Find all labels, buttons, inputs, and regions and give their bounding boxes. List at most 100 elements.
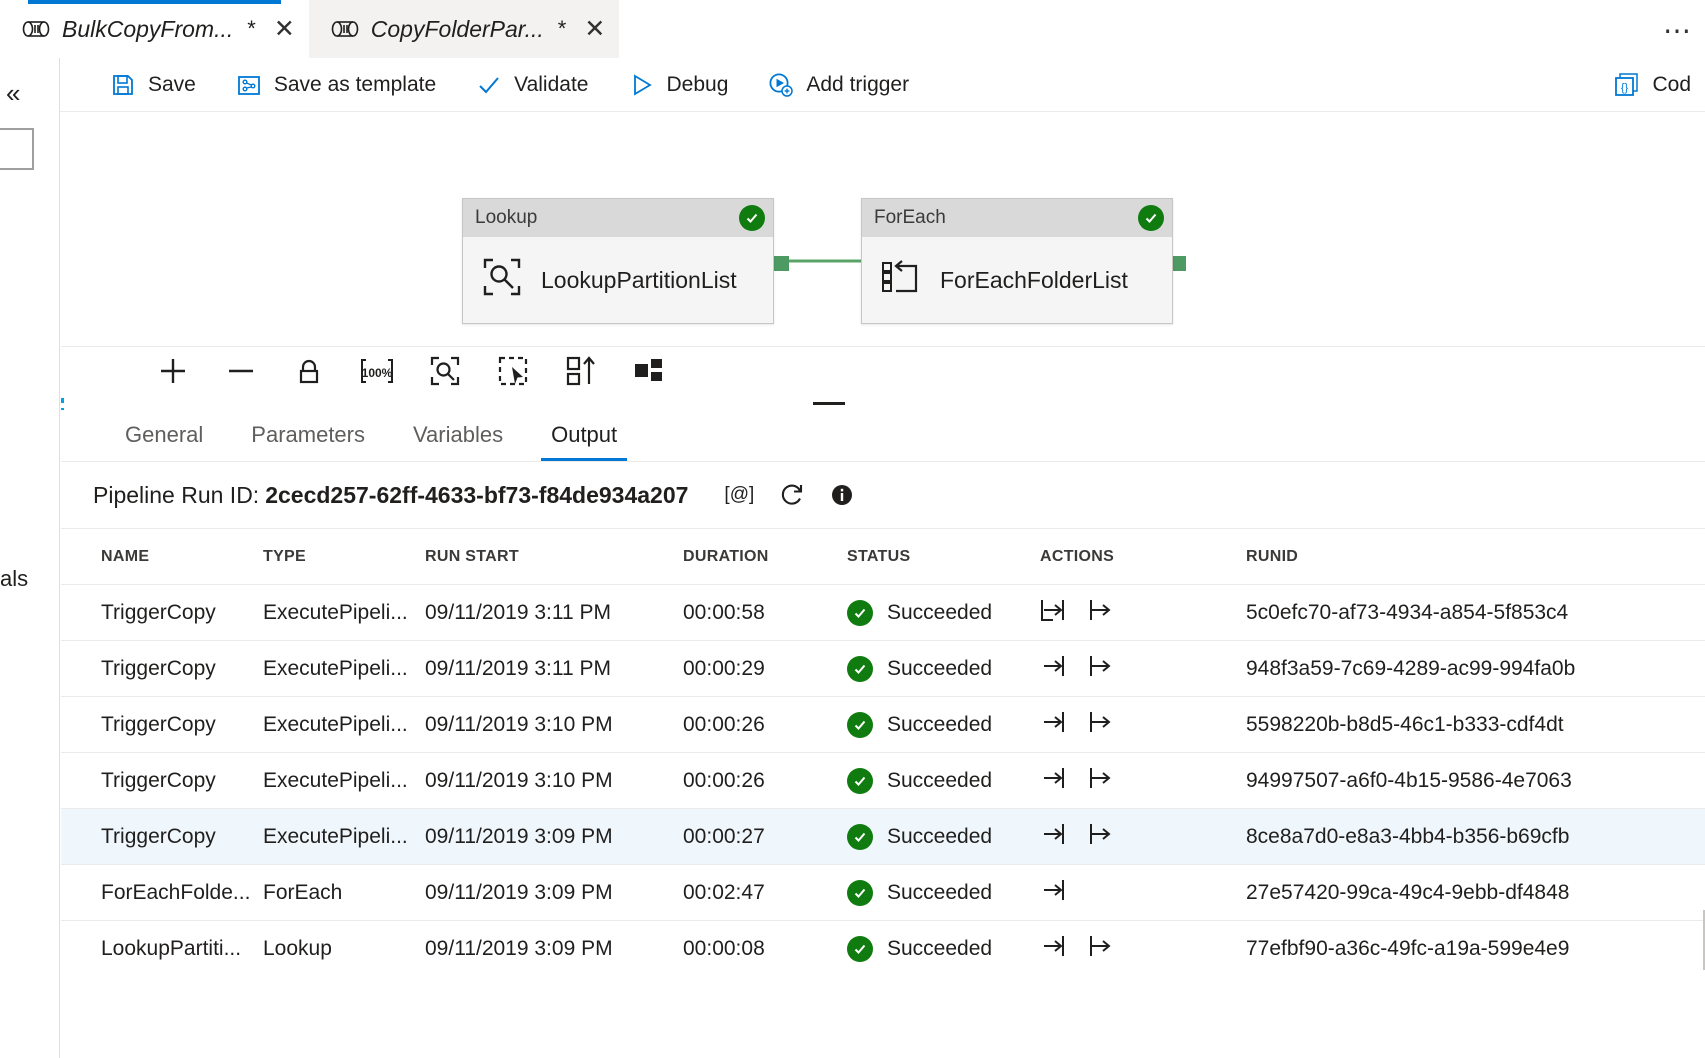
cell-runid: 5c0efc70-af73-4934-a854-5f853c4: [1246, 601, 1705, 625]
cell-name: TriggerCopy: [101, 713, 263, 737]
table-row[interactable]: TriggerCopy ExecutePipeli... 09/11/2019 …: [61, 640, 1705, 696]
column-header-actions[interactable]: ACTIONS: [1040, 548, 1246, 566]
table-row[interactable]: ForEachFolde... ForEach 09/11/2019 3:09 …: [61, 864, 1705, 920]
table-row[interactable]: TriggerCopy ExecutePipeli... 09/11/2019 …: [61, 752, 1705, 808]
column-header-type[interactable]: TYPE: [263, 548, 425, 566]
table-row[interactable]: LookupPartiti... Lookup 09/11/2019 3:09 …: [61, 920, 1705, 976]
success-check-icon: [1138, 205, 1164, 231]
editor-tab-copyfolderpartition[interactable]: CopyFolderPar... * ✕: [309, 0, 620, 58]
more-options-icon[interactable]: ⋯: [1663, 14, 1693, 47]
pipeline-icon: [331, 21, 361, 37]
output-icon[interactable]: [1088, 933, 1114, 965]
table-row[interactable]: TriggerCopy ExecutePipeli... 09/11/2019 …: [61, 584, 1705, 640]
cell-duration: 00:02:47: [683, 881, 847, 905]
auto-align-button[interactable]: [547, 347, 615, 401]
zoom-to-fit-icon: [429, 355, 461, 392]
output-icon[interactable]: [1088, 597, 1114, 629]
zoom-out-button[interactable]: [207, 347, 275, 401]
input-icon[interactable]: [1040, 765, 1066, 797]
tab-general[interactable]: General: [101, 409, 227, 461]
active-tab-accent-bar: [28, 0, 281, 4]
add-trigger-icon: [768, 72, 794, 98]
cell-duration: 00:00:27: [683, 825, 847, 849]
success-check-icon: [847, 824, 873, 850]
tab-output[interactable]: Output: [527, 409, 641, 461]
status-label: Succeeded: [887, 657, 992, 681]
status-label: Succeeded: [887, 601, 992, 625]
zoom-to-fit-button[interactable]: [411, 347, 479, 401]
output-icon[interactable]: [1088, 765, 1114, 797]
success-check-icon: [847, 656, 873, 682]
input-icon[interactable]: [1040, 821, 1066, 853]
unsaved-indicator: *: [558, 16, 567, 42]
cell-actions: [1040, 821, 1246, 853]
rail-search-box[interactable]: [0, 128, 34, 170]
activity-node-foreach[interactable]: ForEach ForEachFolderList: [861, 198, 1173, 324]
cell-runid: 27e57420-99ca-49c4-9ebb-df4848: [1246, 881, 1705, 905]
refresh-icon[interactable]: [778, 481, 806, 509]
input-icon[interactable]: [1040, 933, 1066, 965]
activity-node-lookup[interactable]: Lookup LookupPartitionList: [462, 198, 774, 324]
pipeline-canvas[interactable]: Lookup LookupPartitionList: [61, 113, 1705, 346]
editor-tab-bulkcopy[interactable]: BulkCopyFrom... * ✕: [0, 0, 309, 58]
input-icon[interactable]: [1040, 877, 1066, 909]
table-row[interactable]: TriggerCopy ExecutePipeli... 09/11/2019 …: [61, 696, 1705, 752]
success-check-icon: [847, 880, 873, 906]
activity-runs-table: NAME TYPE RUN START DURATION STATUS ACTI…: [61, 528, 1705, 976]
cell-actions: [1040, 597, 1246, 629]
pipeline-properties-panel: General Parameters Variables Output Pipe…: [61, 410, 1705, 1058]
cell-duration: 00:00:29: [683, 657, 847, 681]
cell-run-start: 09/11/2019 3:10 PM: [425, 769, 683, 793]
cell-runid: 77efbf90-a36c-49fc-a19a-599e4e9: [1246, 937, 1705, 961]
cell-name: TriggerCopy: [101, 601, 263, 625]
output-icon[interactable]: [1088, 653, 1114, 685]
save-as-template-label: Save as template: [274, 73, 436, 97]
input-icon[interactable]: [1040, 597, 1066, 629]
debug-button[interactable]: Debug: [608, 58, 748, 112]
foreach-output-port[interactable]: [1171, 256, 1186, 271]
cell-run-start: 09/11/2019 3:10 PM: [425, 713, 683, 737]
input-icon[interactable]: [1040, 653, 1066, 685]
run-toolbar: [@]: [724, 481, 854, 509]
validate-button[interactable]: Validate: [456, 58, 608, 112]
canvas-toolbar: 100%: [61, 346, 1705, 400]
save-as-template-button[interactable]: Save as template: [216, 58, 456, 112]
success-check-icon: [739, 205, 765, 231]
tab-parameters-label: Parameters: [251, 422, 365, 448]
output-icon[interactable]: [1088, 709, 1114, 741]
info-icon[interactable]: [830, 483, 854, 507]
expression-at-icon[interactable]: [@]: [724, 484, 754, 506]
column-header-name[interactable]: NAME: [101, 548, 263, 566]
cell-status: Succeeded: [847, 824, 1040, 850]
add-trigger-button[interactable]: Add trigger: [748, 58, 929, 112]
tab-variables[interactable]: Variables: [389, 409, 527, 461]
column-header-status[interactable]: STATUS: [847, 548, 1040, 566]
column-header-runid[interactable]: RUNID: [1246, 548, 1705, 566]
success-check-icon: [847, 600, 873, 626]
marquee-select-button[interactable]: [479, 347, 547, 401]
editor-tab-label: BulkCopyFrom...: [62, 16, 233, 43]
activity-node-body: LookupPartitionList: [463, 237, 773, 323]
lock-canvas-button[interactable]: [275, 347, 343, 401]
close-icon[interactable]: ✕: [274, 17, 295, 42]
cell-actions: [1040, 653, 1246, 685]
save-as-template-icon: [236, 72, 262, 98]
column-header-duration[interactable]: DURATION: [683, 548, 847, 566]
column-header-run-start[interactable]: RUN START: [425, 548, 683, 566]
arrange-layout-button[interactable]: [615, 347, 683, 401]
output-icon[interactable]: [1088, 821, 1114, 853]
success-check-icon: [847, 936, 873, 962]
collapse-panel-icon[interactable]: «: [6, 80, 20, 106]
zoom-in-button[interactable]: [139, 347, 207, 401]
table-row[interactable]: TriggerCopy ExecutePipeli... 09/11/2019 …: [61, 808, 1705, 864]
input-icon[interactable]: [1040, 709, 1066, 741]
close-icon[interactable]: ✕: [584, 17, 605, 42]
layout-blocks-icon: [633, 355, 665, 392]
save-button[interactable]: Save: [90, 58, 216, 112]
zoom-100-button[interactable]: 100%: [343, 347, 411, 401]
code-button[interactable]: {} Cod: [1594, 58, 1705, 112]
lookup-output-port[interactable]: [774, 256, 789, 271]
status-label: Succeeded: [887, 825, 992, 849]
cell-status: Succeeded: [847, 768, 1040, 794]
tab-parameters[interactable]: Parameters: [227, 409, 389, 461]
